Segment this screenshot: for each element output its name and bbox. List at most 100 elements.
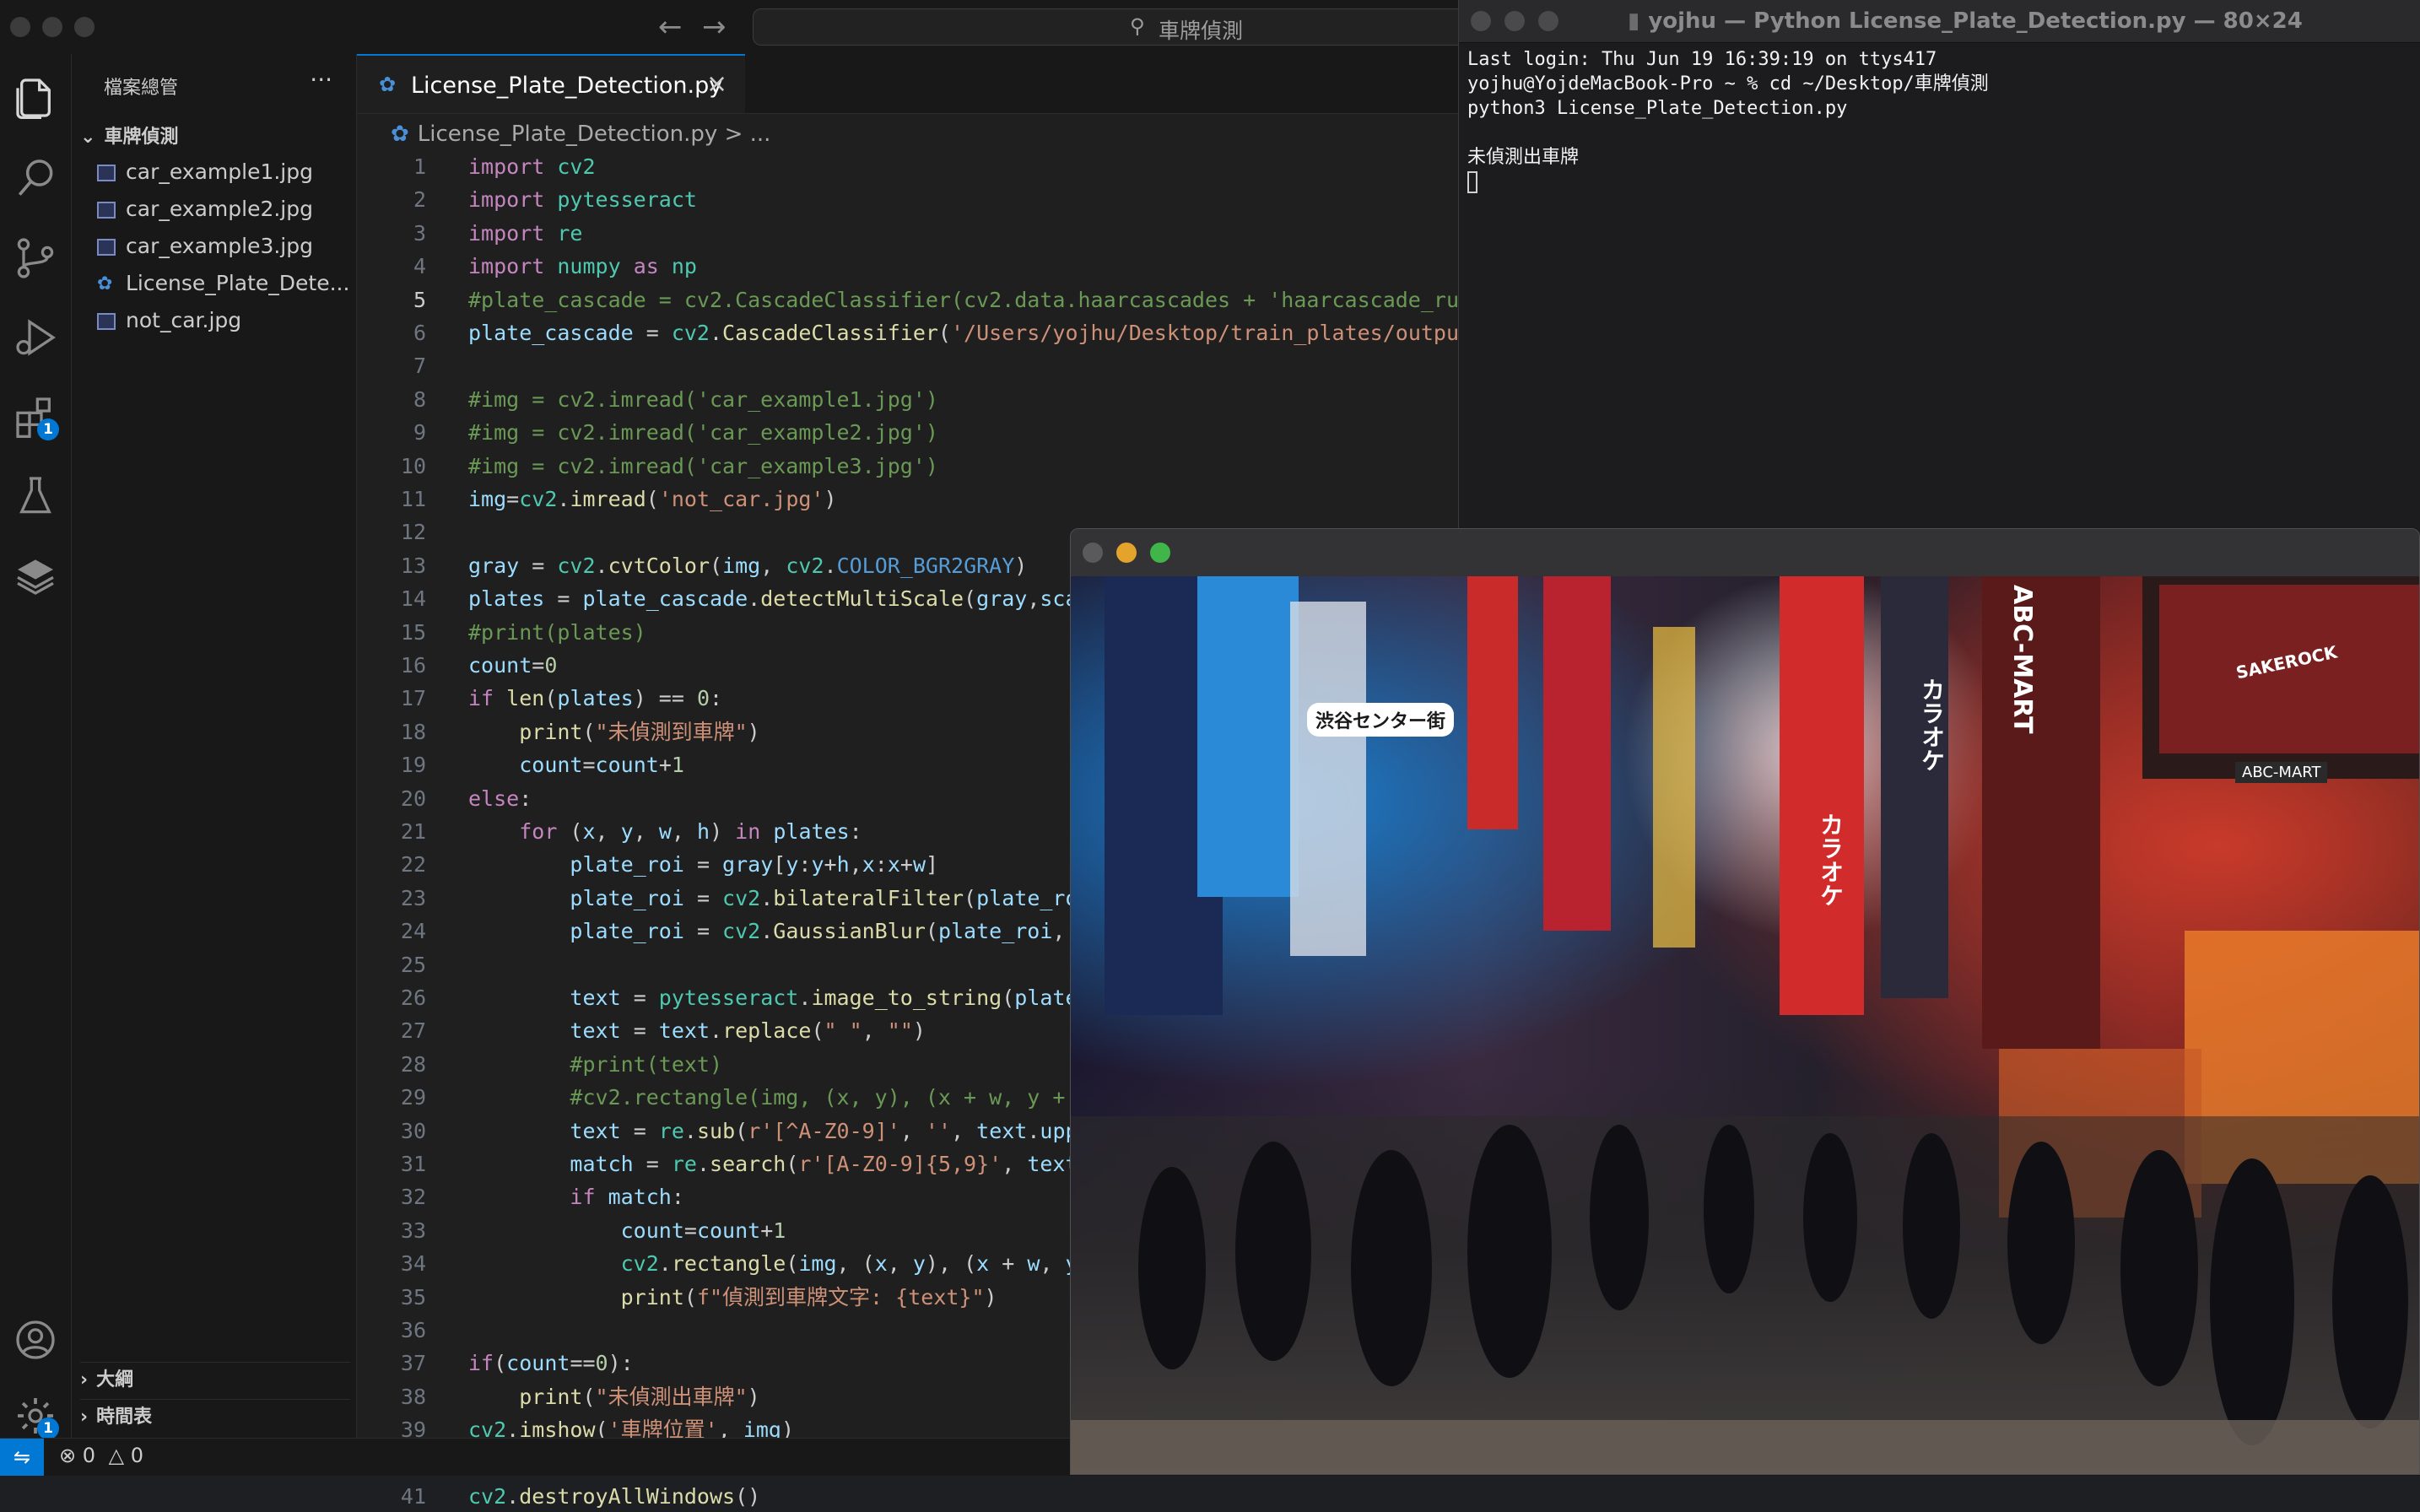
breadcrumb[interactable]: ✿ License_Plate_Detection.py > ... (391, 122, 770, 147)
shop-sign: カラオケ (1817, 813, 1845, 907)
line-content: plate_roi = cv2.GaussianBlur(plate_roi, … (570, 919, 1090, 943)
line-number: 31 (400, 1152, 426, 1176)
line-content: text = pytesseract.image_to_string(plate… (570, 986, 1091, 1010)
line-number: 1 (413, 154, 426, 179)
image-window: 渋谷センター街 カラオケ ABC-MART カラオケ ABC-MART SAKE… (1070, 528, 2420, 1475)
code-line[interactable]: 1 import cv2 (357, 152, 1458, 182)
line-content: #img = cv2.imread('car_example3.jpg') (468, 454, 938, 478)
line-content: #img = cv2.imread('car_example2.jpg') (468, 420, 938, 445)
image-window-close-button[interactable] (1083, 543, 1103, 563)
line-number: 6 (413, 321, 426, 345)
line-number: 20 (400, 786, 426, 811)
line-content: if len(plates) == 0: (468, 686, 723, 710)
chevron-down-icon: ⌄ (80, 127, 96, 148)
line-number: 18 (400, 720, 426, 744)
line-number: 38 (400, 1385, 426, 1409)
file-item[interactable]: car_example2.jpg (97, 191, 350, 228)
arrow-left-icon[interactable]: ← (658, 10, 683, 44)
problems-indicator[interactable]: ⊗ 0 △ 0 (59, 1444, 143, 1467)
line-number: 26 (400, 986, 426, 1010)
file-item[interactable]: car_example1.jpg (97, 154, 350, 191)
code-line[interactable]: 3 import re (357, 219, 1458, 249)
code-line[interactable]: 2 import pytesseract (357, 185, 1458, 215)
code-line[interactable]: 8 #img = cv2.imread('car_example1.jpg') (357, 385, 1458, 415)
line-content: else: (468, 786, 532, 811)
shop-sign: ABC-MART (2235, 762, 2328, 783)
terminal-cursor (1467, 171, 1477, 193)
line-number: 27 (400, 1018, 426, 1043)
line-content: cv2.rectangle(img, (x, y), (x + w, y - (620, 1251, 1104, 1276)
terminal-minimize-button[interactable] (1504, 11, 1525, 31)
line-content: #cv2.rectangle(img, (x, y), (x + w, y + … (570, 1085, 1091, 1110)
line-number: 35 (400, 1285, 426, 1310)
close-icon[interactable]: × (706, 69, 727, 99)
explorer-sidebar: 檔案總管 ··· ⌄ 車牌偵測 car_example1.jpg car_exam… (72, 54, 357, 1438)
gear-icon[interactable]: 1 (12, 1392, 59, 1439)
file-item[interactable]: car_example3.jpg (97, 228, 350, 265)
chevron-right-icon: › (80, 1407, 89, 1428)
line-number: 22 (400, 852, 426, 877)
explorer-icon[interactable] (12, 74, 59, 122)
terminal-close-button[interactable] (1471, 11, 1491, 31)
line-number: 17 (400, 686, 426, 710)
line-content: print("未偵測出車牌") (519, 1385, 760, 1409)
line-content: #print(plates) (468, 620, 646, 645)
folder-header[interactable]: ⌄ 車牌偵測 (80, 122, 178, 148)
line-content: count=count+1 (620, 1218, 786, 1243)
image-file-icon (97, 313, 116, 330)
tab-label: License_Plate_Detection.py (411, 73, 723, 99)
testing-icon[interactable] (12, 472, 59, 520)
line-content: #print(text) (570, 1052, 723, 1077)
image-file-icon (97, 239, 116, 256)
line-content: plates = plate_cascade.detectMultiScale(… (468, 586, 1091, 611)
shop-sign: カラオケ (1918, 678, 1946, 772)
line-number: 13 (400, 554, 426, 578)
terminal-zoom-button[interactable] (1538, 11, 1558, 31)
layers-icon[interactable] (12, 552, 59, 599)
file-item[interactable]: ✿ License_Plate_Dete... (97, 265, 350, 302)
tab-license-plate-detection[interactable]: ✿ License_Plate_Detection.py × (357, 54, 745, 113)
search-icon[interactable] (12, 155, 59, 202)
code-line[interactable]: 9 #img = cv2.imread('car_example2.jpg') (357, 418, 1458, 448)
line-number: 33 (400, 1218, 426, 1243)
line-content: plate_roi = gray[y:y+h,x:x+w] (570, 852, 939, 877)
line-number: 14 (400, 586, 426, 611)
window-minimize-button[interactable] (42, 17, 62, 37)
shop-sign: 渋谷センター街 (1307, 703, 1455, 737)
image-file-icon (97, 165, 116, 181)
code-line[interactable]: 11 img=cv2.imread('not_car.jpg') (357, 484, 1458, 515)
more-actions-button[interactable]: ··· (310, 66, 332, 94)
file-label: car_example1.jpg (126, 159, 313, 184)
code-line[interactable]: 5 #plate_cascade = cv2.CascadeClassifier(… (357, 285, 1497, 316)
line-content: import pytesseract (468, 187, 697, 212)
line-content: cv2.destroyAllWindows() (468, 1484, 761, 1509)
folder-icon: ▮ (1628, 8, 1640, 34)
code-line[interactable]: 41 cv2.destroyAllWindows() (357, 1482, 1458, 1512)
outline-section[interactable]: › 大綱 (80, 1362, 350, 1398)
extensions-icon[interactable]: 1 (12, 393, 59, 440)
code-line[interactable]: 6 plate_cascade = cv2.CascadeClassifier('… (357, 318, 1497, 348)
window-close-button[interactable] (10, 17, 30, 37)
timeline-section[interactable]: › 時間表 (80, 1399, 350, 1435)
code-line[interactable]: 4 import numpy as np (357, 251, 1458, 282)
extensions-badge: 1 (37, 418, 59, 440)
run-debug-icon[interactable] (12, 314, 59, 361)
image-window-title-bar (1071, 529, 2419, 576)
terminal-output[interactable]: Last login: Thu Jun 19 16:39:19 on ttys4… (1467, 47, 1989, 194)
window-zoom-button[interactable] (74, 17, 95, 37)
code-line[interactable]: 7 (357, 351, 1458, 381)
source-control-icon[interactable] (12, 235, 59, 282)
line-number: 30 (400, 1119, 426, 1143)
timeline-label: 時間表 (96, 1407, 153, 1428)
account-icon[interactable] (12, 1316, 59, 1364)
python-file-icon: ✿ (379, 73, 397, 96)
street-photo: 渋谷センター街 カラオケ ABC-MART カラオケ ABC-MART SAKE… (1071, 576, 2419, 1474)
arrow-right-icon[interactable]: → (702, 10, 727, 44)
remote-indicator-icon[interactable]: ⇋ (0, 1439, 44, 1476)
code-line[interactable]: 10 #img = cv2.imread('car_example3.jpg') (357, 451, 1458, 482)
image-window-zoom-button[interactable] (1150, 543, 1170, 563)
image-window-minimize-button[interactable] (1116, 543, 1137, 563)
file-item[interactable]: not_car.jpg (97, 302, 350, 339)
line-content: if(count==0): (468, 1351, 634, 1375)
file-label: License_Plate_Dete... (126, 271, 350, 295)
